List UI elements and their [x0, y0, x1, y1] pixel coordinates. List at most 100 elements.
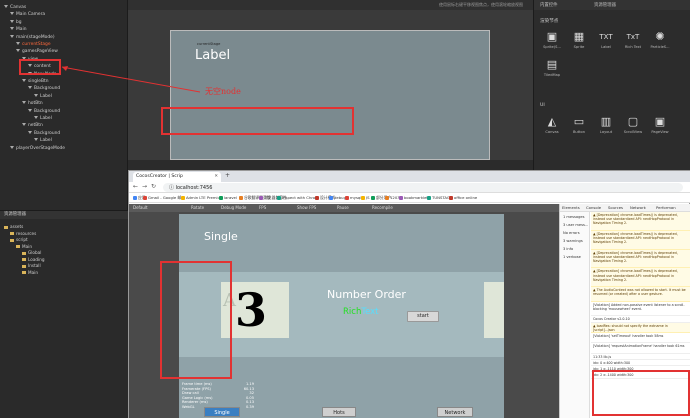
devtools-tab[interactable]: Network — [630, 205, 646, 210]
console-message: [Violation] 'requestAnimationFrame' hand… — [591, 343, 690, 354]
rich-text-cyan: Text — [361, 307, 379, 317]
chevron-down-icon[interactable] — [28, 108, 32, 112]
hierarchy-panel: Canvas Main Camera bg Main main(stageMode) cu… — [0, 0, 128, 210]
network-button[interactable]: Network — [437, 407, 473, 417]
chevron-down-icon[interactable] — [34, 116, 38, 119]
devtools-tab[interactable]: Console — [586, 205, 601, 210]
bookmark-item[interactable]: mysql — [345, 195, 361, 200]
preview-toolbar-item[interactable]: FPS — [259, 205, 266, 210]
section-render: 渲染节点 — [540, 19, 559, 24]
chevron-down-icon[interactable] — [22, 79, 26, 82]
console-message: ▲ loadRes: should not specify the extnam… — [591, 322, 690, 333]
preview-toolbar-item[interactable]: Show FPS — [297, 205, 316, 210]
bookmark-item[interactable]: laravel — [219, 195, 237, 200]
component-label: Canvas — [545, 130, 559, 134]
devtools-tab[interactable]: Elements — [562, 205, 580, 210]
tab-builtin[interactable]: 内置控件 — [540, 2, 558, 8]
chevron-down-icon[interactable] — [4, 5, 8, 8]
new-tab-icon[interactable]: + — [225, 172, 230, 179]
console-sidebar: 1 messages 3 user mess... No errors 3 warni… — [560, 212, 590, 418]
annotation-arrow — [61, 66, 201, 93]
widgets-tabs: 内置控件 资源管理器 — [534, 0, 690, 10]
chevron-down-icon[interactable] — [22, 101, 26, 105]
component-icon: ▣ — [654, 115, 666, 128]
highlight-box-content — [19, 59, 61, 75]
stat-key: WebGL — [182, 404, 195, 409]
chevron-down-icon[interactable] — [10, 34, 14, 38]
chevron-down-icon[interactable] — [22, 123, 26, 127]
bookmark-label: laravel — [224, 195, 237, 200]
bookmark-icon — [181, 196, 185, 200]
chevron-down-icon[interactable] — [16, 42, 20, 45]
chevron-down-icon[interactable] — [10, 145, 14, 149]
preview-toolbar-item[interactable]: Rotate — [191, 205, 204, 210]
asset-label: script — [16, 237, 28, 242]
bookmark-item[interactable]: office online — [449, 195, 477, 200]
preview-toolbar-item[interactable]: Debug Mode — [221, 205, 246, 210]
chevron-down-icon[interactable] — [28, 86, 32, 90]
preview-toolbar-item[interactable]: Recompile — [372, 205, 393, 210]
chevron-down-icon[interactable] — [16, 49, 20, 53]
hots-button[interactable]: Hots — [322, 407, 356, 417]
single-button[interactable]: Single — [204, 407, 240, 417]
bookmark-label: Gmail - Google 邮 — [148, 195, 182, 200]
chevron-down-icon[interactable] — [34, 138, 38, 142]
component-item[interactable]: TXT Label — [593, 30, 619, 49]
component-label: PageView — [651, 130, 669, 134]
close-icon[interactable]: ✕ — [214, 174, 218, 179]
bookmarks-bar: 应用 Gmail - Google 邮 Admin LTE Premiu larave… — [129, 193, 690, 203]
console-filter-item[interactable]: No errors — [563, 231, 580, 235]
hierarchy-node[interactable]: playerOverStageMode — [10, 145, 65, 153]
component-item[interactable]: ◭ Canvas — [539, 115, 565, 134]
bookmark-item[interactable]: debug — [329, 195, 346, 200]
component-item[interactable]: ▭ Button — [566, 115, 592, 134]
screen: Canvas Main Camera bg Main main(stageMode) cu… — [0, 0, 690, 418]
console-filter-item[interactable]: 3 info — [563, 247, 573, 251]
url-input[interactable]: ⓘ localhost:7456 — [163, 183, 683, 192]
devtools-tab[interactable]: Performan — [656, 205, 676, 210]
preview-toolbar-item[interactable]: Default — [133, 205, 148, 210]
bookmark-item[interactable]: Inspect with Chro — [277, 195, 315, 200]
component-item[interactable]: ▦ Sprite — [566, 30, 592, 49]
highlight-box-console — [592, 370, 690, 416]
rich-text-green: Rich — [343, 307, 362, 317]
chevron-down-icon[interactable] — [28, 130, 32, 134]
console-message: ▲ [Deprecation] chrome.loadTimes() is de… — [591, 230, 690, 250]
hierarchy-node-label: Background — [34, 108, 61, 114]
chevron-down-icon[interactable] — [10, 12, 14, 16]
bookmark-item[interactable]: Admin LTE Premiu — [181, 195, 220, 200]
component-item[interactable]: ✺ ParticleS... — [647, 30, 673, 49]
start-button[interactable]: start — [407, 311, 439, 322]
bookmark-item[interactable]: 1203 — [385, 195, 400, 200]
component-item[interactable]: ▣ PageView — [647, 115, 673, 134]
forward-icon[interactable]: → — [142, 183, 147, 190]
reload-icon[interactable]: ↻ — [151, 183, 156, 190]
browser-tab[interactable]: CocosCreator | Scrip ✕ — [133, 172, 221, 182]
component-label: Rich Text — [624, 45, 642, 49]
devtools-tab[interactable]: Sources — [608, 205, 623, 210]
console-filter-item[interactable]: 3 warnings — [563, 239, 583, 243]
next-card[interactable] — [484, 282, 504, 338]
bookmark-item[interactable]: JS — [361, 195, 370, 200]
console-filter-item[interactable]: 1 messages — [563, 215, 584, 219]
component-item[interactable]: ▤ TiledMap — [539, 58, 565, 77]
bookmark-item[interactable]: bookmarklet — [399, 195, 428, 200]
tab-assets[interactable]: 资源管理器 — [594, 2, 616, 8]
profiler-stats: Frame time (ms) 1.19 Framerate (FPS) 60.13 D… — [182, 382, 254, 410]
console-filter-item[interactable]: 1 verbose — [563, 255, 581, 259]
component-item[interactable]: ▥ Layout — [593, 115, 619, 134]
component-item[interactable]: ▣ Sprite(S... — [539, 30, 565, 49]
asset-item[interactable]: Main — [22, 269, 38, 276]
chevron-down-icon[interactable] — [34, 93, 38, 97]
back-icon[interactable]: ← — [133, 183, 138, 190]
console-filter-item[interactable]: 3 user mess... — [563, 223, 588, 227]
component-label: ScrollView — [623, 130, 643, 134]
hierarchy-node-label: currentStage — [22, 42, 51, 47]
bookmark-item[interactable]: Gmail - Google 邮 — [143, 195, 181, 201]
component-item[interactable]: TxT Rich Text — [620, 30, 646, 49]
chevron-down-icon[interactable] — [10, 19, 14, 23]
preview-toolbar-item[interactable]: Pause — [337, 205, 349, 210]
component-item[interactable]: ▢ ScrollView — [620, 115, 646, 134]
chevron-down-icon[interactable] — [10, 27, 14, 31]
folder-icon — [22, 264, 26, 268]
